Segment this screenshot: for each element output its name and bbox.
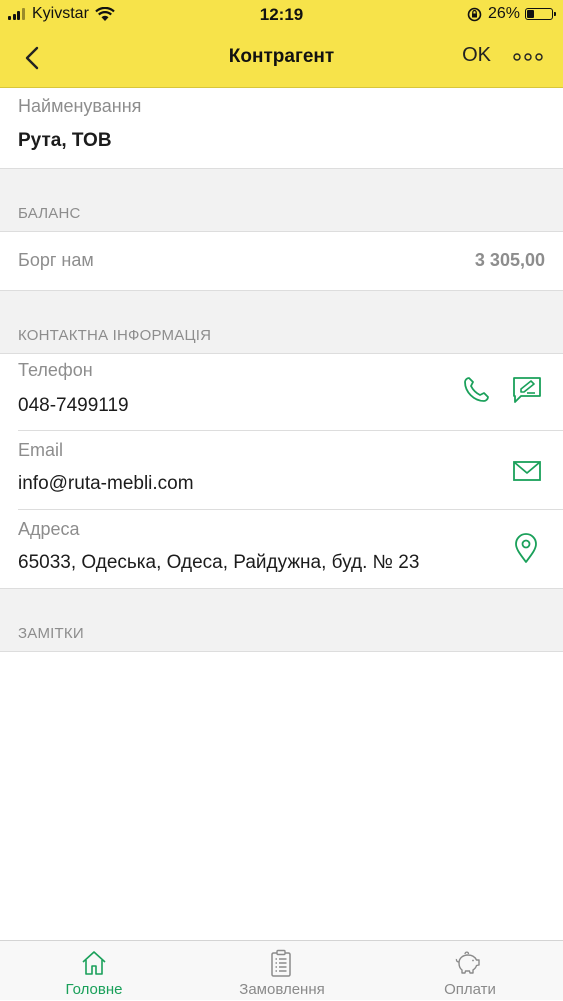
contacts-header: КОНТАКТНА ІНФОРМАЦІЯ <box>18 327 212 344</box>
phone-value: 048-7499119 <box>18 395 129 416</box>
tab-home[interactable]: Головне <box>0 941 188 1001</box>
phone-call-icon[interactable] <box>460 374 492 406</box>
name-row[interactable]: Найменування Рута, ТОВ <box>0 88 563 168</box>
map-pin-icon[interactable] <box>510 532 542 564</box>
address-value: 65033, Одеська, Одеса, Райдужна, буд. № … <box>18 552 420 573</box>
debt-row[interactable]: Борг нам 3 305,00 <box>0 232 563 290</box>
email-value: info@ruta-mebli.com <box>18 473 194 494</box>
tab-orders-label: Замовлення <box>239 981 325 998</box>
name-label: Найменування <box>18 96 142 116</box>
notes-section-header: ЗАМІТКИ <box>0 589 563 651</box>
battery-icon <box>525 8 556 20</box>
tab-payments-label: Оплати <box>444 981 496 998</box>
address-row[interactable]: Адреса 65033, Одеська, Одеса, Райдужна, … <box>0 510 563 588</box>
email-label: Email <box>18 440 64 460</box>
phone-label: Телефон <box>18 360 93 380</box>
clipboard-icon <box>271 949 291 977</box>
nav-bar: Контрагент OK <box>0 30 563 88</box>
home-icon <box>82 951 106 975</box>
more-options-icon[interactable] <box>513 52 543 62</box>
contacts-section-header: КОНТАКТНА ІНФОРМАЦІЯ <box>0 291 563 353</box>
notes-header: ЗАМІТКИ <box>18 625 84 642</box>
message-edit-icon[interactable] <box>511 374 543 406</box>
tab-payments[interactable]: Оплати <box>376 941 563 1001</box>
orientation-lock-icon <box>467 7 482 21</box>
ok-button[interactable]: OK <box>462 44 491 67</box>
phone-row[interactable]: Телефон 048-7499119 <box>0 354 563 430</box>
email-row[interactable]: Email info@ruta-mebli.com <box>0 431 563 509</box>
status-bar: Kyivstar 12:19 26% <box>0 0 563 30</box>
balance-header: БАЛАНС <box>18 205 81 222</box>
tab-home-label: Головне <box>65 981 123 998</box>
balance-section-header: БАЛАНС <box>0 169 563 231</box>
debt-value: 3 305,00 <box>474 250 545 270</box>
debt-label: Борг нам <box>18 250 94 270</box>
tab-bar: Головне Замовлення Оплати <box>0 940 563 1000</box>
piggy-bank-icon <box>455 951 480 974</box>
battery-percent: 26% <box>487 5 520 22</box>
address-label: Адреса <box>18 519 80 539</box>
notes-area[interactable] <box>0 652 563 940</box>
name-value: Рута, ТОВ <box>18 130 112 151</box>
email-icon[interactable] <box>511 455 543 487</box>
tab-orders[interactable]: Замовлення <box>188 941 376 1001</box>
